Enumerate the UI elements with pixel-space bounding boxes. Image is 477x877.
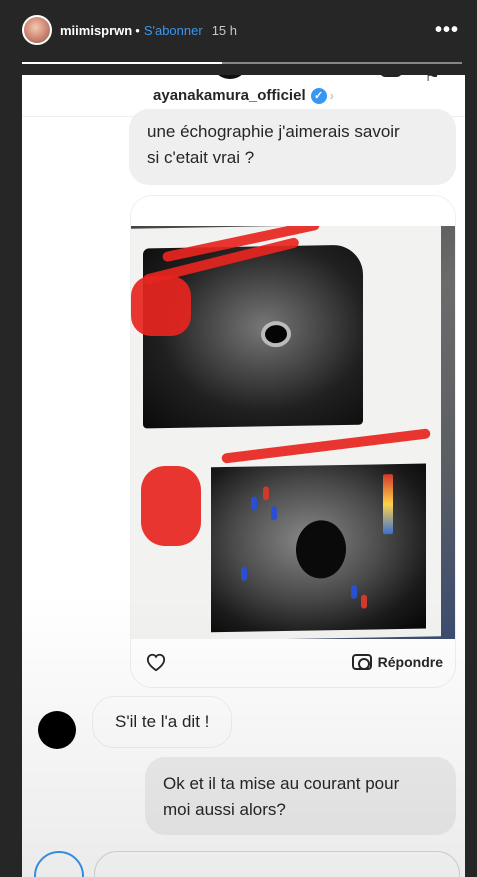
camera-icon [351, 654, 372, 670]
dm-top-avatar [215, 75, 245, 79]
ultrasound-cavity [296, 519, 346, 579]
doppler-mark [251, 496, 257, 511]
card-actions: Répondre [131, 637, 455, 687]
ultrasound-scan-bottom [211, 463, 426, 633]
story-progress-remaining [222, 62, 462, 64]
story-timestamp: 15 h [211, 22, 237, 38]
story-username[interactable]: miimisprwn [60, 23, 132, 38]
chevron-right-icon: › [329, 88, 334, 103]
message-text-line: Ok et il ta mise au courant pour [163, 774, 400, 793]
ultrasound-sac [261, 320, 291, 348]
red-scribble [131, 276, 191, 336]
message-input[interactable] [94, 851, 460, 877]
message-input-bar [30, 851, 460, 877]
doppler-mark [271, 506, 277, 521]
more-options-icon[interactable]: ••• [435, 19, 459, 42]
story-header: miimisprwn • S'abonner 15 h ••• [0, 0, 477, 60]
subscribe-button[interactable]: S'abonner [144, 23, 203, 38]
separator-dot: • [135, 22, 140, 38]
flag-icon: ⚑ [424, 75, 441, 85]
message-bubble-received: S'il te l'a dit ! [92, 696, 233, 748]
message-text-line: une échographie j'aimerais savoir [147, 122, 400, 141]
story-progress-bar [22, 62, 462, 65]
heart-icon[interactable] [145, 652, 167, 672]
reply-button[interactable]: Répondre [351, 654, 443, 670]
message-bubble-sent: Ok et il ta mise au courant pour moi aus… [145, 757, 456, 835]
doppler-mark [241, 566, 247, 581]
message-bubble-sent: une échographie j'aimerais savoir si c'e… [129, 109, 456, 185]
red-scribble [141, 466, 201, 546]
doppler-mark [361, 594, 367, 609]
message-text-line: si c'etait vrai ? [147, 148, 255, 167]
camera-button[interactable] [34, 851, 84, 877]
doppler-mark [351, 584, 357, 599]
contact-avatar[interactable] [38, 711, 76, 749]
dm-contact-name[interactable]: ayanakamura_officiel ✓ › [153, 87, 334, 104]
reply-label: Répondre [377, 654, 443, 670]
doppler-mark [263, 486, 269, 501]
ultrasound-photo [131, 226, 455, 639]
message-text: S'il te l'a dit ! [115, 712, 210, 731]
story-avatar[interactable] [22, 15, 52, 45]
color-scale-bar [383, 474, 393, 535]
dm-contact-name-text: ayanakamura_officiel [153, 87, 306, 104]
story-progress-fill [22, 62, 222, 64]
verified-badge-icon: ✓ [310, 87, 327, 104]
video-call-icon [380, 75, 402, 77]
dm-screenshot: ⚑ ayanakamura_officiel ✓ › une échograph… [22, 75, 465, 877]
shared-photo-card[interactable]: Répondre [130, 195, 456, 688]
message-text-line: moi aussi alors? [163, 800, 286, 819]
